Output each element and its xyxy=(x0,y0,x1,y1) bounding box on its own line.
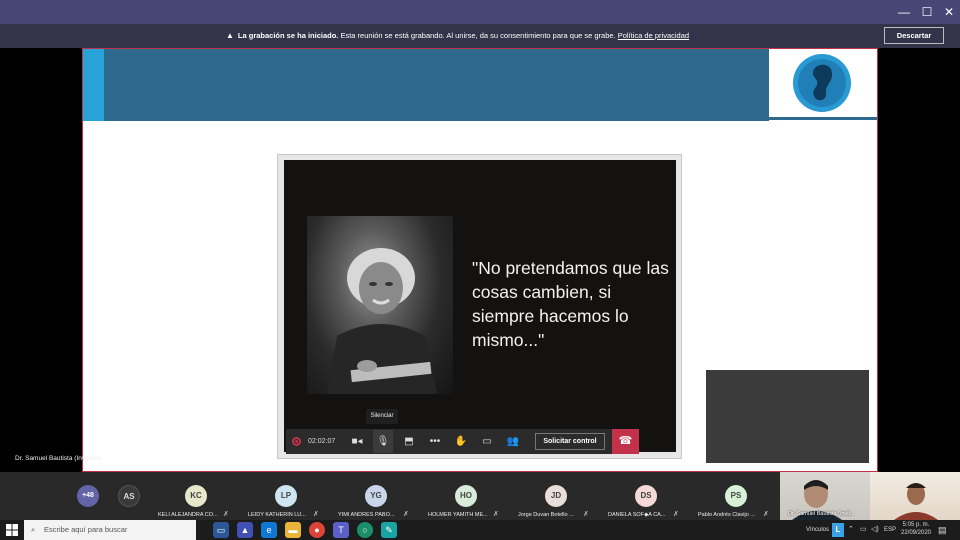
network-icon[interactable]: ▭ xyxy=(860,520,867,540)
participant-video-presenter[interactable]: Dr. Samuel Bautista (Invit... xyxy=(780,472,870,520)
end-call-button[interactable]: ☎ xyxy=(612,429,639,454)
avatar: KC xyxy=(185,485,207,507)
app-icon[interactable]: ▲ xyxy=(237,522,253,538)
title-bar xyxy=(0,0,960,24)
more-participants-badge[interactable]: +48 xyxy=(77,485,99,507)
participant-name: DANIELA SOF◆A CA... xyxy=(608,512,666,518)
participant-name: Pablo Andrés Clavijo ... xyxy=(698,512,755,518)
portrait-photo xyxy=(307,216,453,394)
close-button[interactable]: ✕ xyxy=(938,0,960,24)
volume-icon[interactable]: ◁) xyxy=(871,520,879,540)
banner-text: Esta reunión se está grabando. Al unirse… xyxy=(340,31,616,40)
logo-underline xyxy=(769,117,877,120)
links-toolbar-label[interactable]: Vínculos xyxy=(806,520,829,540)
participant-tile[interactable]: JD Jorge Duvan Botello ... ✗ xyxy=(510,472,600,520)
slide-quote: "No pretendamos que las cosas cambien, s… xyxy=(472,258,669,350)
taskbar-search[interactable]: ⌕ Escribe aquí para buscar xyxy=(24,520,196,540)
raise-hand-icon[interactable]: ✋ xyxy=(452,429,470,454)
avatar: LP xyxy=(275,485,297,507)
search-icon: ⌕ xyxy=(31,525,36,534)
participant-video-self[interactable] xyxy=(870,472,960,520)
mic-off-icon: ✗ xyxy=(493,511,499,518)
presenter-cam-label: Dr. Samuel Bautista (Invit... xyxy=(788,511,855,517)
camera-icon[interactable]: ■◂ xyxy=(348,429,366,454)
search-placeholder: Escribe aquí para buscar xyxy=(44,525,128,534)
language-indicator[interactable]: ESP xyxy=(884,520,896,540)
more-options-icon[interactable]: ••• xyxy=(426,429,444,454)
clock[interactable]: 5:05 p. m. 22/09/2020 xyxy=(898,521,934,537)
app-icon-2[interactable]: ○ xyxy=(357,522,373,538)
mic-off-icon: ✗ xyxy=(403,511,409,518)
privacy-policy-link[interactable]: Política de privacidad xyxy=(618,31,689,40)
dismiss-button[interactable]: Descartar xyxy=(884,27,944,44)
clock-date: 22/09/2020 xyxy=(900,530,932,536)
avatar: DS xyxy=(635,485,657,507)
avatar: HO xyxy=(455,485,477,507)
edge-icon[interactable]: e xyxy=(261,522,277,538)
participant-tile[interactable]: LP LEIDY KATHERIN LU... ✗ xyxy=(240,472,330,520)
task-view-icon[interactable]: ▭ xyxy=(213,522,229,538)
participant-tile[interactable]: HO HOLMER YAMITH ME... ✗ xyxy=(420,472,510,520)
microphone-icon[interactable]: 🎙 xyxy=(374,429,392,454)
warning-icon: ▲ xyxy=(226,31,234,40)
fetus-logo-icon xyxy=(793,54,851,112)
portrait-image xyxy=(327,248,437,394)
slide-header-band xyxy=(83,49,769,121)
mic-off-icon: ✗ xyxy=(223,511,229,518)
file-explorer-icon[interactable]: ▬ xyxy=(285,522,301,538)
mic-off-icon: ✗ xyxy=(673,511,679,518)
mic-off-icon: ✗ xyxy=(763,511,769,518)
app-icon-3[interactable]: ✎ xyxy=(381,522,397,538)
participant-name: HOLMER YAMITH ME... xyxy=(428,512,488,518)
recording-icon xyxy=(292,437,301,446)
mic-off-icon: ✗ xyxy=(583,511,589,518)
participant-tile[interactable]: DS DANIELA SOF◆A CA... ✗ xyxy=(600,472,690,520)
participant-name: Jorge Duvan Botello ... xyxy=(518,512,574,518)
participant-name: KELI ALEJANDRA CO... xyxy=(158,512,218,518)
clock-time: 5:05 p. m. xyxy=(902,522,930,528)
mic-off-icon: ✗ xyxy=(313,511,319,518)
participant-tile[interactable]: KC KELI ALEJANDRA CO... ✗ xyxy=(150,472,240,520)
participant-avatar-as[interactable]: AS xyxy=(118,485,140,507)
avatar: JD xyxy=(545,485,567,507)
request-control-button[interactable]: Solicitar control xyxy=(535,433,605,450)
participants-icon[interactable]: 👥 xyxy=(504,429,522,454)
slide-accent-bar xyxy=(83,49,104,121)
video-tile xyxy=(706,370,869,463)
participant-name: LEIDY KATHERIN LU... xyxy=(248,512,306,518)
presenter-label: Dr. Samuel Bautista (Invitado) xyxy=(15,455,102,462)
self-video-image xyxy=(894,483,938,520)
tray-chevron-icon[interactable]: ⌃ xyxy=(848,520,854,540)
notifications-icon[interactable]: ▤ xyxy=(938,520,947,540)
chrome-icon[interactable]: ● xyxy=(309,522,325,538)
notification-l-icon[interactable]: L xyxy=(832,523,844,537)
chat-icon[interactable]: ▭ xyxy=(478,429,496,454)
participant-tile[interactable]: PS Pablo Andrés Clavijo ... ✗ xyxy=(690,472,780,520)
minimize-button[interactable]: — xyxy=(893,0,915,24)
avatar: YG xyxy=(365,485,387,507)
maximize-button[interactable]: ☐ xyxy=(916,0,938,24)
windows-start-icon[interactable] xyxy=(6,524,18,536)
mute-tooltip: Silenciar xyxy=(366,409,398,424)
banner-bold-text: La grabación se ha iniciado. xyxy=(237,31,339,40)
participant-tile[interactable]: YG YIMI ANDRES PABO... ✗ xyxy=(330,472,420,520)
participant-name: YIMI ANDRES PABO... xyxy=(338,512,395,518)
share-screen-icon[interactable]: ⬒ xyxy=(400,429,418,454)
avatar: PS xyxy=(725,485,747,507)
recording-banner: ▲ La grabación se ha iniciado. Esta reuni… xyxy=(0,24,960,48)
slide-logo xyxy=(769,49,877,121)
hang-up-icon: ☎ xyxy=(618,435,633,447)
teams-icon[interactable]: T xyxy=(333,522,349,538)
meeting-timer: 02:02:07 xyxy=(308,438,336,445)
